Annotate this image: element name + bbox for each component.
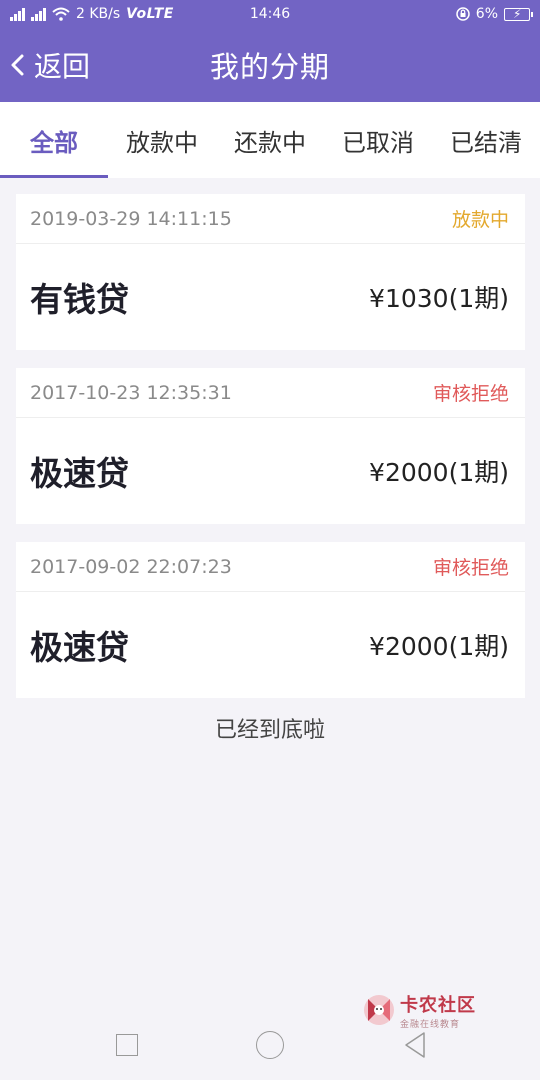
order-amount: ¥2000(1期) xyxy=(369,632,509,661)
order-status: 放款中 xyxy=(451,209,509,231)
recent-apps-button[interactable] xyxy=(116,1034,138,1056)
battery-percent: 6% xyxy=(475,6,498,22)
tab-cancelled[interactable]: 已取消 xyxy=(324,102,432,178)
order-card-header: 2019-03-29 14:11:15 放款中 xyxy=(16,194,525,244)
order-card-body: 极速贷 ¥2000(1期) xyxy=(16,418,525,524)
battery-icon: ⚡ xyxy=(504,7,533,21)
tab-disbursing[interactable]: 放款中 xyxy=(108,102,216,178)
nav-bar: 返回 我的分期 xyxy=(0,28,540,102)
rotation-lock-icon xyxy=(456,7,470,21)
tab-all[interactable]: 全部 xyxy=(0,102,108,178)
order-date: 2017-09-02 22:07:23 xyxy=(30,555,232,578)
tab-settled[interactable]: 已结清 xyxy=(432,102,540,178)
order-card-body: 有钱贷 ¥1030(1期) xyxy=(16,244,525,350)
status-bar: 2 KB/s VoLTE 14:46 6% ⚡ xyxy=(0,0,540,28)
order-amount: ¥2000(1期) xyxy=(369,458,509,487)
order-card[interactable]: 2017-10-23 12:35:31 审核拒绝 极速贷 ¥2000(1期) xyxy=(16,368,525,524)
order-date: 2017-10-23 12:35:31 xyxy=(30,381,232,404)
network-speed: 2 KB/s xyxy=(76,6,121,22)
system-nav-bar xyxy=(0,1020,540,1080)
order-card[interactable]: 2017-09-02 22:07:23 审核拒绝 极速贷 ¥2000(1期) xyxy=(16,542,525,698)
signal-icon xyxy=(10,7,25,21)
product-name: 极速贷 xyxy=(30,628,129,667)
order-list: 2019-03-29 14:11:15 放款中 有钱贷 ¥1030(1期) 20… xyxy=(16,194,525,716)
product-name: 极速贷 xyxy=(30,454,129,493)
order-card-header: 2017-10-23 12:35:31 审核拒绝 xyxy=(16,368,525,418)
tab-repaying[interactable]: 还款中 xyxy=(216,102,324,178)
back-triangle-icon[interactable] xyxy=(402,1030,428,1060)
tab-bar: 全部 放款中 还款中 已取消 已结清 xyxy=(0,102,540,178)
status-time: 14:46 xyxy=(249,6,291,22)
order-status: 审核拒绝 xyxy=(432,557,509,579)
chevron-left-icon xyxy=(11,54,24,76)
order-status: 审核拒绝 xyxy=(432,383,509,405)
order-card-header: 2017-09-02 22:07:23 审核拒绝 xyxy=(16,542,525,592)
order-card-body: 极速贷 ¥2000(1期) xyxy=(16,592,525,698)
signal-icon-secondary xyxy=(31,7,46,21)
wifi-icon xyxy=(52,7,70,21)
order-date: 2019-03-29 14:11:15 xyxy=(30,207,232,230)
home-button[interactable] xyxy=(256,1031,284,1059)
watermark-main: 卡农社区 xyxy=(400,994,476,1016)
end-of-list-text: 已经到底啦 xyxy=(214,718,325,743)
product-name: 有钱贷 xyxy=(30,280,129,319)
back-label: 返回 xyxy=(34,50,91,83)
order-amount: ¥1030(1期) xyxy=(369,284,509,313)
order-card[interactable]: 2019-03-29 14:11:15 放款中 有钱贷 ¥1030(1期) xyxy=(16,194,525,350)
volte-label: VoLTE xyxy=(126,6,174,22)
status-right: 6% ⚡ xyxy=(350,6,533,22)
back-button[interactable]: 返回 xyxy=(8,28,90,102)
